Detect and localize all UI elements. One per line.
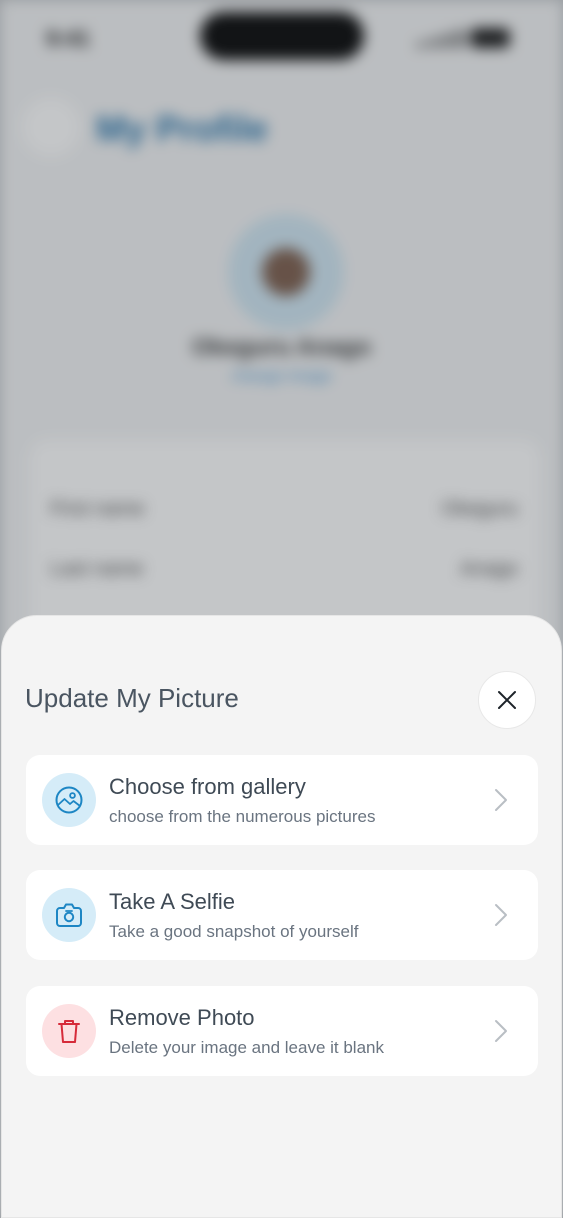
close-button[interactable] bbox=[478, 671, 536, 729]
option-title: Choose from gallery bbox=[109, 774, 306, 799]
take-selfie-option[interactable]: Take A Selfie Take a good snapshot of yo… bbox=[26, 870, 538, 960]
option-title: Take A Selfie bbox=[109, 889, 235, 914]
gallery-icon-badge bbox=[42, 773, 96, 827]
close-icon bbox=[498, 691, 516, 709]
sheet-title: Update My Picture bbox=[25, 683, 239, 713]
chevron-right-icon bbox=[495, 1020, 507, 1042]
trash-icon-badge bbox=[42, 1004, 96, 1058]
chevron-right-icon bbox=[495, 789, 507, 811]
camera-icon bbox=[56, 903, 82, 927]
camera-icon-badge bbox=[42, 888, 96, 942]
update-picture-sheet: Update My Picture Choose from gallery ch… bbox=[1, 615, 562, 1218]
option-subtitle: Delete your image and leave it blank bbox=[109, 1038, 384, 1057]
option-subtitle: choose from the numerous pictures bbox=[109, 807, 376, 826]
option-title: Remove Photo bbox=[109, 1005, 255, 1030]
gallery-icon bbox=[55, 786, 83, 814]
remove-photo-option[interactable]: Remove Photo Delete your image and leave… bbox=[26, 986, 538, 1076]
chevron-right-icon bbox=[495, 904, 507, 926]
choose-from-gallery-option[interactable]: Choose from gallery choose from the nume… bbox=[26, 755, 538, 845]
trash-icon bbox=[58, 1020, 80, 1043]
option-subtitle: Take a good snapshot of yourself bbox=[109, 922, 359, 941]
